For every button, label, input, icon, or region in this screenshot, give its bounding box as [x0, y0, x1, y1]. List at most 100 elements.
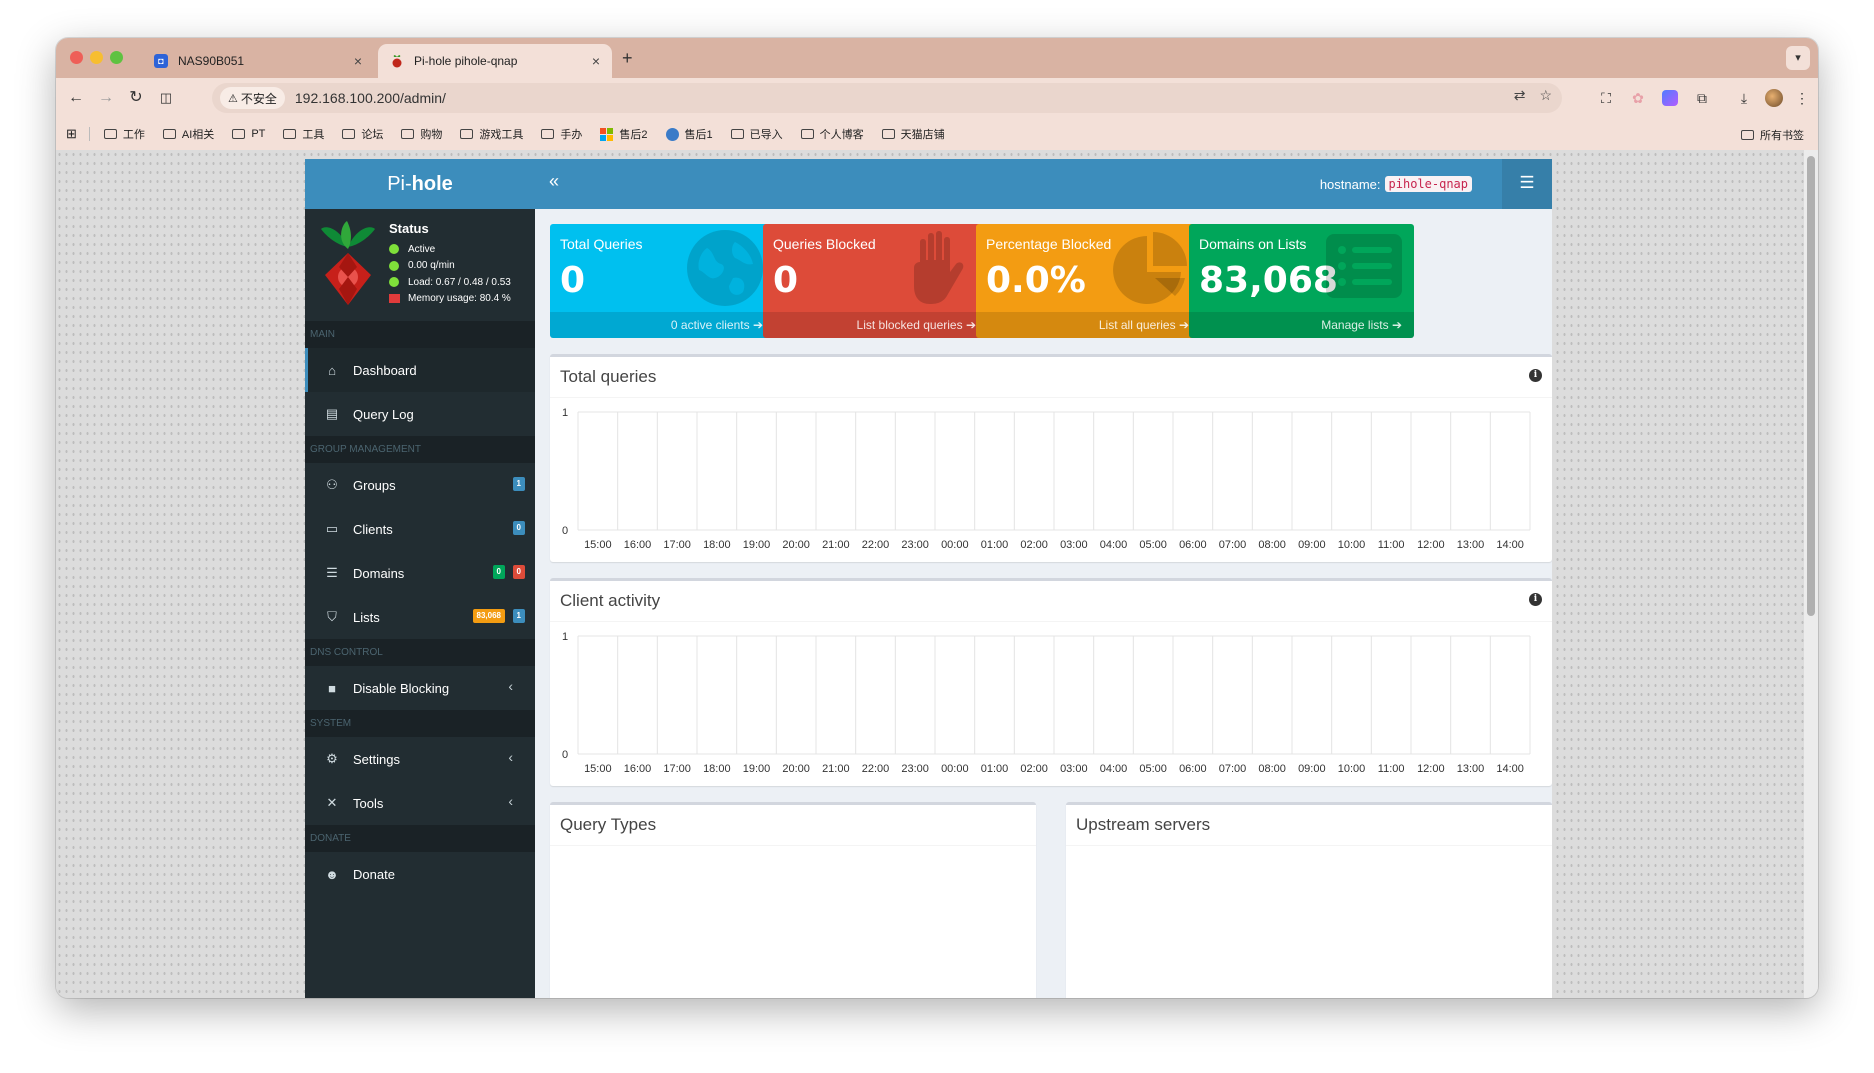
tab-nas[interactable]: ◘ NAS90B051 × — [142, 44, 374, 78]
scrollbar-thumb[interactable] — [1807, 156, 1815, 616]
total-queries-chart: 0 1 15:00 16:00 17:00 18:00 19:00 20:00 21:00 22:… — [562, 407, 1531, 551]
tab-title: NAS90B051 — [178, 54, 245, 68]
card-label: Queries Blocked — [773, 236, 876, 252]
home-icon: ⌂ — [328, 362, 336, 378]
chevron-left-icon: ‹ — [508, 749, 513, 765]
bookmark-link[interactable]: 售后2 — [600, 126, 648, 142]
split-view-icon[interactable]: ◫ — [154, 86, 178, 110]
kebab-menu-icon[interactable]: ⋮ — [1790, 86, 1814, 110]
apps-grid-icon[interactable]: ⊞ — [66, 126, 77, 142]
app-logo[interactable]: Pi-hole — [305, 159, 535, 209]
window-minimize-button[interactable] — [90, 51, 103, 64]
panel-title: Client activity — [550, 581, 1552, 622]
menu-hamburger-icon[interactable]: ☰ — [1502, 159, 1552, 209]
x-tick-label: 14:00 — [1496, 763, 1524, 775]
puzzle-icon[interactable]: ⧉ — [1690, 86, 1714, 110]
reload-icon[interactable]: ↻ — [124, 86, 148, 110]
top-navbar: « hostname: pihole-qnap ☰ — [535, 159, 1552, 209]
page-scrollbar[interactable] — [1804, 150, 1818, 998]
arrow-circle-right-icon: ➔ — [965, 318, 976, 332]
new-tab-button[interactable]: + — [622, 48, 633, 69]
y-tick-label: 0 — [562, 749, 568, 761]
card-value: 0 — [773, 260, 799, 301]
card-footer-link[interactable]: 0 active clients ➔ — [550, 312, 775, 338]
x-tick-label: 13:00 — [1457, 763, 1485, 775]
pihole-favicon-icon — [390, 54, 404, 68]
x-tick-label: 15:00 — [584, 539, 612, 551]
card-footer-link[interactable]: List all queries ➔ — [976, 312, 1201, 338]
folder-icon — [800, 129, 814, 139]
bookmark-star-icon[interactable]: ☆ — [1539, 87, 1552, 104]
arrow-circle-right-icon: ➔ — [1391, 318, 1402, 332]
download-icon[interactable]: ⤓ — [1732, 86, 1756, 110]
back-arrow-icon[interactable]: ← — [64, 86, 88, 110]
extension-icon[interactable] — [1658, 86, 1682, 110]
window-maximize-button[interactable] — [110, 51, 123, 64]
sidebar-item-domains[interactable]: ☰ Domains 0 0 — [305, 551, 535, 595]
warning-icon: ⚠ — [228, 92, 238, 105]
bookmark-folder[interactable]: 工作 — [103, 126, 145, 142]
card-value: 0.0% — [986, 260, 1086, 301]
all-bookmarks[interactable]: 所有书签 — [1741, 127, 1804, 143]
sidebar-item-tools[interactable]: ✕ Tools ‹ — [305, 781, 535, 825]
bookmark-folder[interactable]: 天猫店铺 — [881, 126, 945, 142]
tab-close-icon[interactable]: × — [592, 53, 600, 69]
translate-icon[interactable]: ⇄ — [1514, 87, 1526, 104]
bookmark-link[interactable]: 售后1 — [665, 126, 713, 142]
x-tick-label: 23:00 — [901, 763, 929, 775]
sidebar-toggle-icon[interactable]: « — [549, 171, 559, 192]
security-label: 不安全 — [240, 91, 277, 106]
forward-arrow-icon[interactable]: → — [94, 86, 118, 110]
window-close-button[interactable] — [70, 51, 83, 64]
memory-icon — [389, 294, 400, 304]
folder-icon — [401, 129, 415, 139]
sidebar-item-settings[interactable]: ⚙ Settings ‹ — [305, 737, 535, 781]
extension-icon[interactable]: ⛶ — [1594, 86, 1618, 110]
bookmark-folder[interactable]: 工具 — [283, 126, 324, 142]
sidebar-item-query-log[interactable]: ▤ Query Log — [305, 392, 535, 436]
tab-close-icon[interactable]: × — [354, 53, 362, 69]
sidebar-item-donate[interactable]: ☻ Donate — [305, 852, 535, 896]
status-load: Load: 0.67 / 0.48 / 0.53 — [389, 274, 511, 291]
x-tick-label: 16:00 — [624, 539, 652, 551]
bookmark-folder[interactable]: AI相关 — [162, 126, 214, 142]
browser-window: ◘ NAS90B051 × Pi-hole pihole-qnap × + ▾ … — [56, 38, 1818, 998]
extension-icon[interactable]: ✿ — [1626, 86, 1650, 110]
status-active: Active — [389, 241, 511, 258]
address-bar[interactable]: ⚠ 不安全 192.168.100.200/admin/ ⇄ ☆ — [212, 83, 1562, 113]
bookmark-folder[interactable]: 论坛 — [342, 126, 383, 142]
sidebar-item-dashboard[interactable]: ⌂ Dashboard — [305, 348, 535, 392]
info-icon[interactable]: i — [1529, 369, 1542, 382]
card-footer-link[interactable]: List blocked queries ➔ — [763, 312, 988, 338]
panel-title: Upstream servers — [1066, 805, 1552, 846]
avatar[interactable] — [1762, 86, 1786, 110]
sidebar-item-disable-blocking[interactable]: ■ Disable Blocking ‹ — [305, 666, 535, 710]
bookmark-folder[interactable]: 手办 — [541, 126, 582, 142]
bookmark-folder[interactable]: 已导入 — [730, 126, 783, 142]
x-tick-label: 10:00 — [1338, 539, 1366, 551]
pihole-app: Pi-hole Status Active 0.00 q/min Load: 0… — [305, 159, 1552, 998]
x-tick-label: 03:00 — [1060, 539, 1088, 551]
card-footer-link[interactable]: Manage lists ➔ — [1189, 312, 1414, 338]
x-tick-label: 20:00 — [782, 763, 810, 775]
x-tick-label: 09:00 — [1298, 539, 1326, 551]
sidebar-item-lists[interactable]: ⛉ Lists 83,068 1 — [305, 595, 535, 639]
x-tick-label: 22:00 — [862, 539, 890, 551]
tab-pihole[interactable]: Pi-hole pihole-qnap × — [378, 44, 612, 78]
status-lines: Active 0.00 q/min Load: 0.67 / 0.48 / 0.… — [389, 241, 511, 307]
bookmark-folder[interactable]: 购物 — [401, 126, 442, 142]
url-text[interactable]: 192.168.100.200/admin/ — [295, 90, 446, 106]
info-icon[interactable]: i — [1529, 593, 1542, 606]
sidebar-item-groups[interactable]: ⚇ Groups 1 — [305, 463, 535, 507]
raspberry-logo-icon — [321, 221, 375, 305]
sidebar-item-clients[interactable]: ▭ Clients 0 — [305, 507, 535, 551]
tab-search-icon[interactable]: ▾ — [1786, 46, 1810, 70]
bookmark-folder[interactable]: 个人博客 — [800, 126, 864, 142]
bookmark-folder[interactable]: PT — [232, 128, 265, 140]
bookmark-folder[interactable]: 游戏工具 — [460, 126, 523, 142]
hostname-value: pihole-qnap — [1384, 176, 1472, 192]
security-chip[interactable]: ⚠ 不安全 — [220, 87, 285, 109]
section-header-donate: DONATE — [305, 825, 535, 852]
x-tick-label: 04:00 — [1100, 539, 1128, 551]
card-value: 0 — [560, 260, 586, 301]
